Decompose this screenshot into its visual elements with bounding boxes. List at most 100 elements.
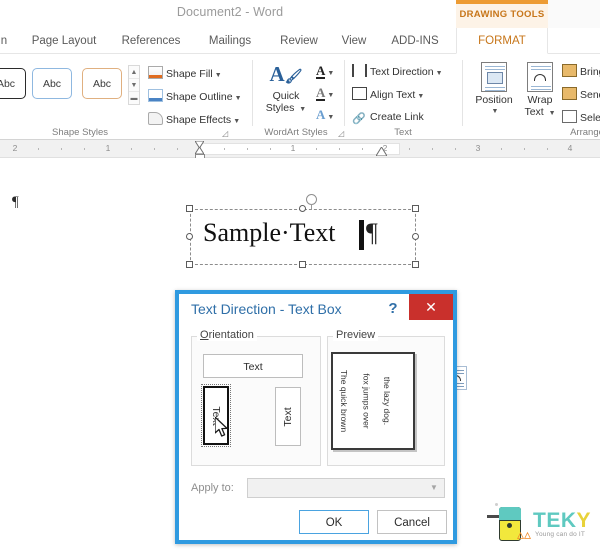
wrap-text-label-line1: Wrap [527, 94, 553, 106]
resize-handle-n[interactable] [299, 205, 306, 212]
ruler-text-area [200, 143, 400, 155]
apply-to-label: Apply to: [191, 482, 234, 494]
tab-format[interactable]: FORMAT [456, 28, 548, 54]
preview-line: The quick brown [339, 369, 350, 433]
resize-handle-s[interactable] [299, 261, 306, 268]
shape-style-preset-1[interactable]: Abc [0, 68, 26, 99]
chevron-down-icon[interactable]: ▼ [327, 69, 334, 77]
tab-design[interactable]: n [0, 28, 14, 54]
logo-bird-eye [507, 523, 512, 528]
resize-handle-sw[interactable] [186, 261, 193, 268]
group-separator [344, 60, 345, 126]
ribbon: Abc Abc Abc ▲ ▼ ▬ Shape Fill ▼ Shape Outl… [0, 54, 600, 140]
chevron-down-icon[interactable]: ▼ [436, 70, 443, 77]
help-icon[interactable]: ? [383, 298, 403, 320]
text-effects-icon: A [316, 107, 326, 122]
shape-styles-dialog-launcher[interactable]: ◿ [222, 129, 228, 138]
ruler-label: 3 [475, 143, 481, 153]
text-effects-button[interactable]: A ▼ [316, 108, 334, 124]
bring-forward-button[interactable]: Bring [562, 64, 600, 79]
bring-forward-icon [562, 64, 577, 77]
shape-style-preset-2[interactable]: Abc [32, 68, 72, 99]
title-bar: Document2 - Word DRAWING TOOLS [0, 0, 600, 28]
teky-logo: ▵▵ TEKY Young can do IT [487, 501, 595, 549]
text-group-label: Text [394, 127, 412, 138]
hanging-indent-marker[interactable] [195, 147, 204, 154]
pen-outline-icon [148, 89, 163, 102]
tab-page-layout[interactable]: Page Layout [22, 28, 106, 54]
tab-mailings[interactable]: Mailings [196, 28, 264, 54]
tab-review[interactable]: Review [270, 28, 328, 54]
align-text-button[interactable]: Align Text ▼ [352, 87, 424, 104]
chevron-down-icon[interactable]: ▼ [327, 91, 334, 99]
shape-effects-icon [148, 112, 163, 125]
orientation-option-horizontal[interactable]: Text [203, 354, 303, 378]
selection-pane-button[interactable]: Select [562, 110, 600, 125]
chevron-down-icon[interactable]: ▼ [472, 106, 518, 118]
orientation-legend: Orientation [197, 329, 257, 341]
tab-view[interactable]: View [332, 28, 376, 54]
shape-style-gallery-scroll[interactable]: ▲ ▼ ▬ [128, 65, 140, 105]
resize-handle-ne[interactable] [412, 205, 419, 212]
ruler-label: 1 [290, 143, 296, 153]
ok-button[interactable]: OK [299, 510, 369, 534]
group-separator [462, 60, 463, 126]
send-backward-label: Send [580, 89, 600, 101]
text-fill-icon: A [316, 63, 326, 79]
quick-styles-button[interactable]: A🖌 Quick Styles ▼ [260, 62, 312, 116]
chevron-down-icon[interactable]: ▼ [424, 479, 444, 497]
right-indent-marker[interactable] [376, 147, 387, 156]
text-fill-button[interactable]: A ▼ [316, 64, 334, 80]
resize-handle-nw[interactable] [186, 205, 193, 212]
chevron-down-icon[interactable]: ▼ [327, 113, 334, 121]
create-link-button[interactable]: 🔗 Create Link [352, 110, 424, 125]
title-bar-decoration [548, 0, 600, 28]
wrap-text-button[interactable]: Wrap Text ▼ [518, 62, 562, 120]
contextual-tab-group: DRAWING TOOLS [456, 0, 548, 28]
group-separator [252, 60, 253, 126]
horizontal-ruler[interactable]: 2 1 1 2 3 4 [0, 140, 600, 160]
wordart-styles-dialog-launcher[interactable]: ◿ [338, 129, 344, 138]
document-title: Document2 - Word [176, 5, 284, 19]
cancel-button[interactable]: Cancel [377, 510, 447, 534]
shape-fill-button[interactable]: Shape Fill ▼ [148, 66, 222, 83]
quick-styles-label-line1: Quick [272, 90, 300, 102]
logo-wordmark: TEKY [533, 509, 592, 532]
gallery-scroll-down-icon[interactable]: ▼ [129, 79, 139, 92]
orientation-option-rotate-270[interactable]: Text [275, 387, 301, 446]
position-label: Position [475, 94, 513, 106]
text-direction-icon [352, 64, 367, 77]
text-box-shape[interactable]: Sample·Text ¶ [190, 209, 416, 265]
resize-handle-e[interactable] [412, 233, 419, 240]
chevron-down-icon[interactable]: ▼ [549, 110, 556, 117]
preview-box: The quick brown fox jumps over the lazy … [331, 352, 415, 450]
send-backward-button[interactable]: Send [562, 87, 600, 102]
align-text-icon [352, 87, 367, 100]
chevron-down-icon[interactable]: ▼ [233, 118, 240, 125]
shape-style-preset-3[interactable]: Abc [82, 68, 122, 99]
position-icon [481, 62, 507, 92]
resize-handle-w[interactable] [186, 233, 193, 240]
chevron-down-icon[interactable]: ▼ [215, 72, 222, 79]
resize-handle-se[interactable] [412, 261, 419, 268]
position-button[interactable]: Position ▼ [470, 62, 518, 118]
mouse-cursor-icon [215, 417, 228, 437]
text-outline-button[interactable]: A ▼ [316, 86, 334, 102]
chevron-down-icon[interactable]: ▼ [235, 95, 242, 102]
gallery-scroll-up-icon[interactable]: ▲ [129, 66, 139, 79]
shape-effects-button[interactable]: Shape Effects ▼ [148, 112, 240, 129]
close-icon[interactable]: ✕ [409, 294, 453, 320]
shape-styles-group-label: Shape Styles [52, 127, 108, 138]
text-box-content: Sample·Text [203, 218, 336, 247]
shape-outline-button[interactable]: Shape Outline ▼ [148, 89, 242, 106]
ruler-label: 4 [567, 143, 573, 153]
gallery-more-icon[interactable]: ▬ [129, 92, 139, 105]
chevron-down-icon[interactable]: ▼ [417, 93, 424, 100]
tab-references[interactable]: References [112, 28, 190, 54]
wordart-quick-styles-icon: A🖌 [269, 62, 303, 86]
apply-to-dropdown[interactable]: ▼ [247, 478, 445, 498]
tab-add-ins[interactable]: ADD-INS [382, 28, 448, 54]
chevron-down-icon[interactable]: ▼ [299, 106, 306, 113]
text-direction-button[interactable]: Text Direction ▼ [352, 64, 443, 81]
word-window: Document2 - Word DRAWING TOOLS n Page La… [0, 0, 600, 553]
